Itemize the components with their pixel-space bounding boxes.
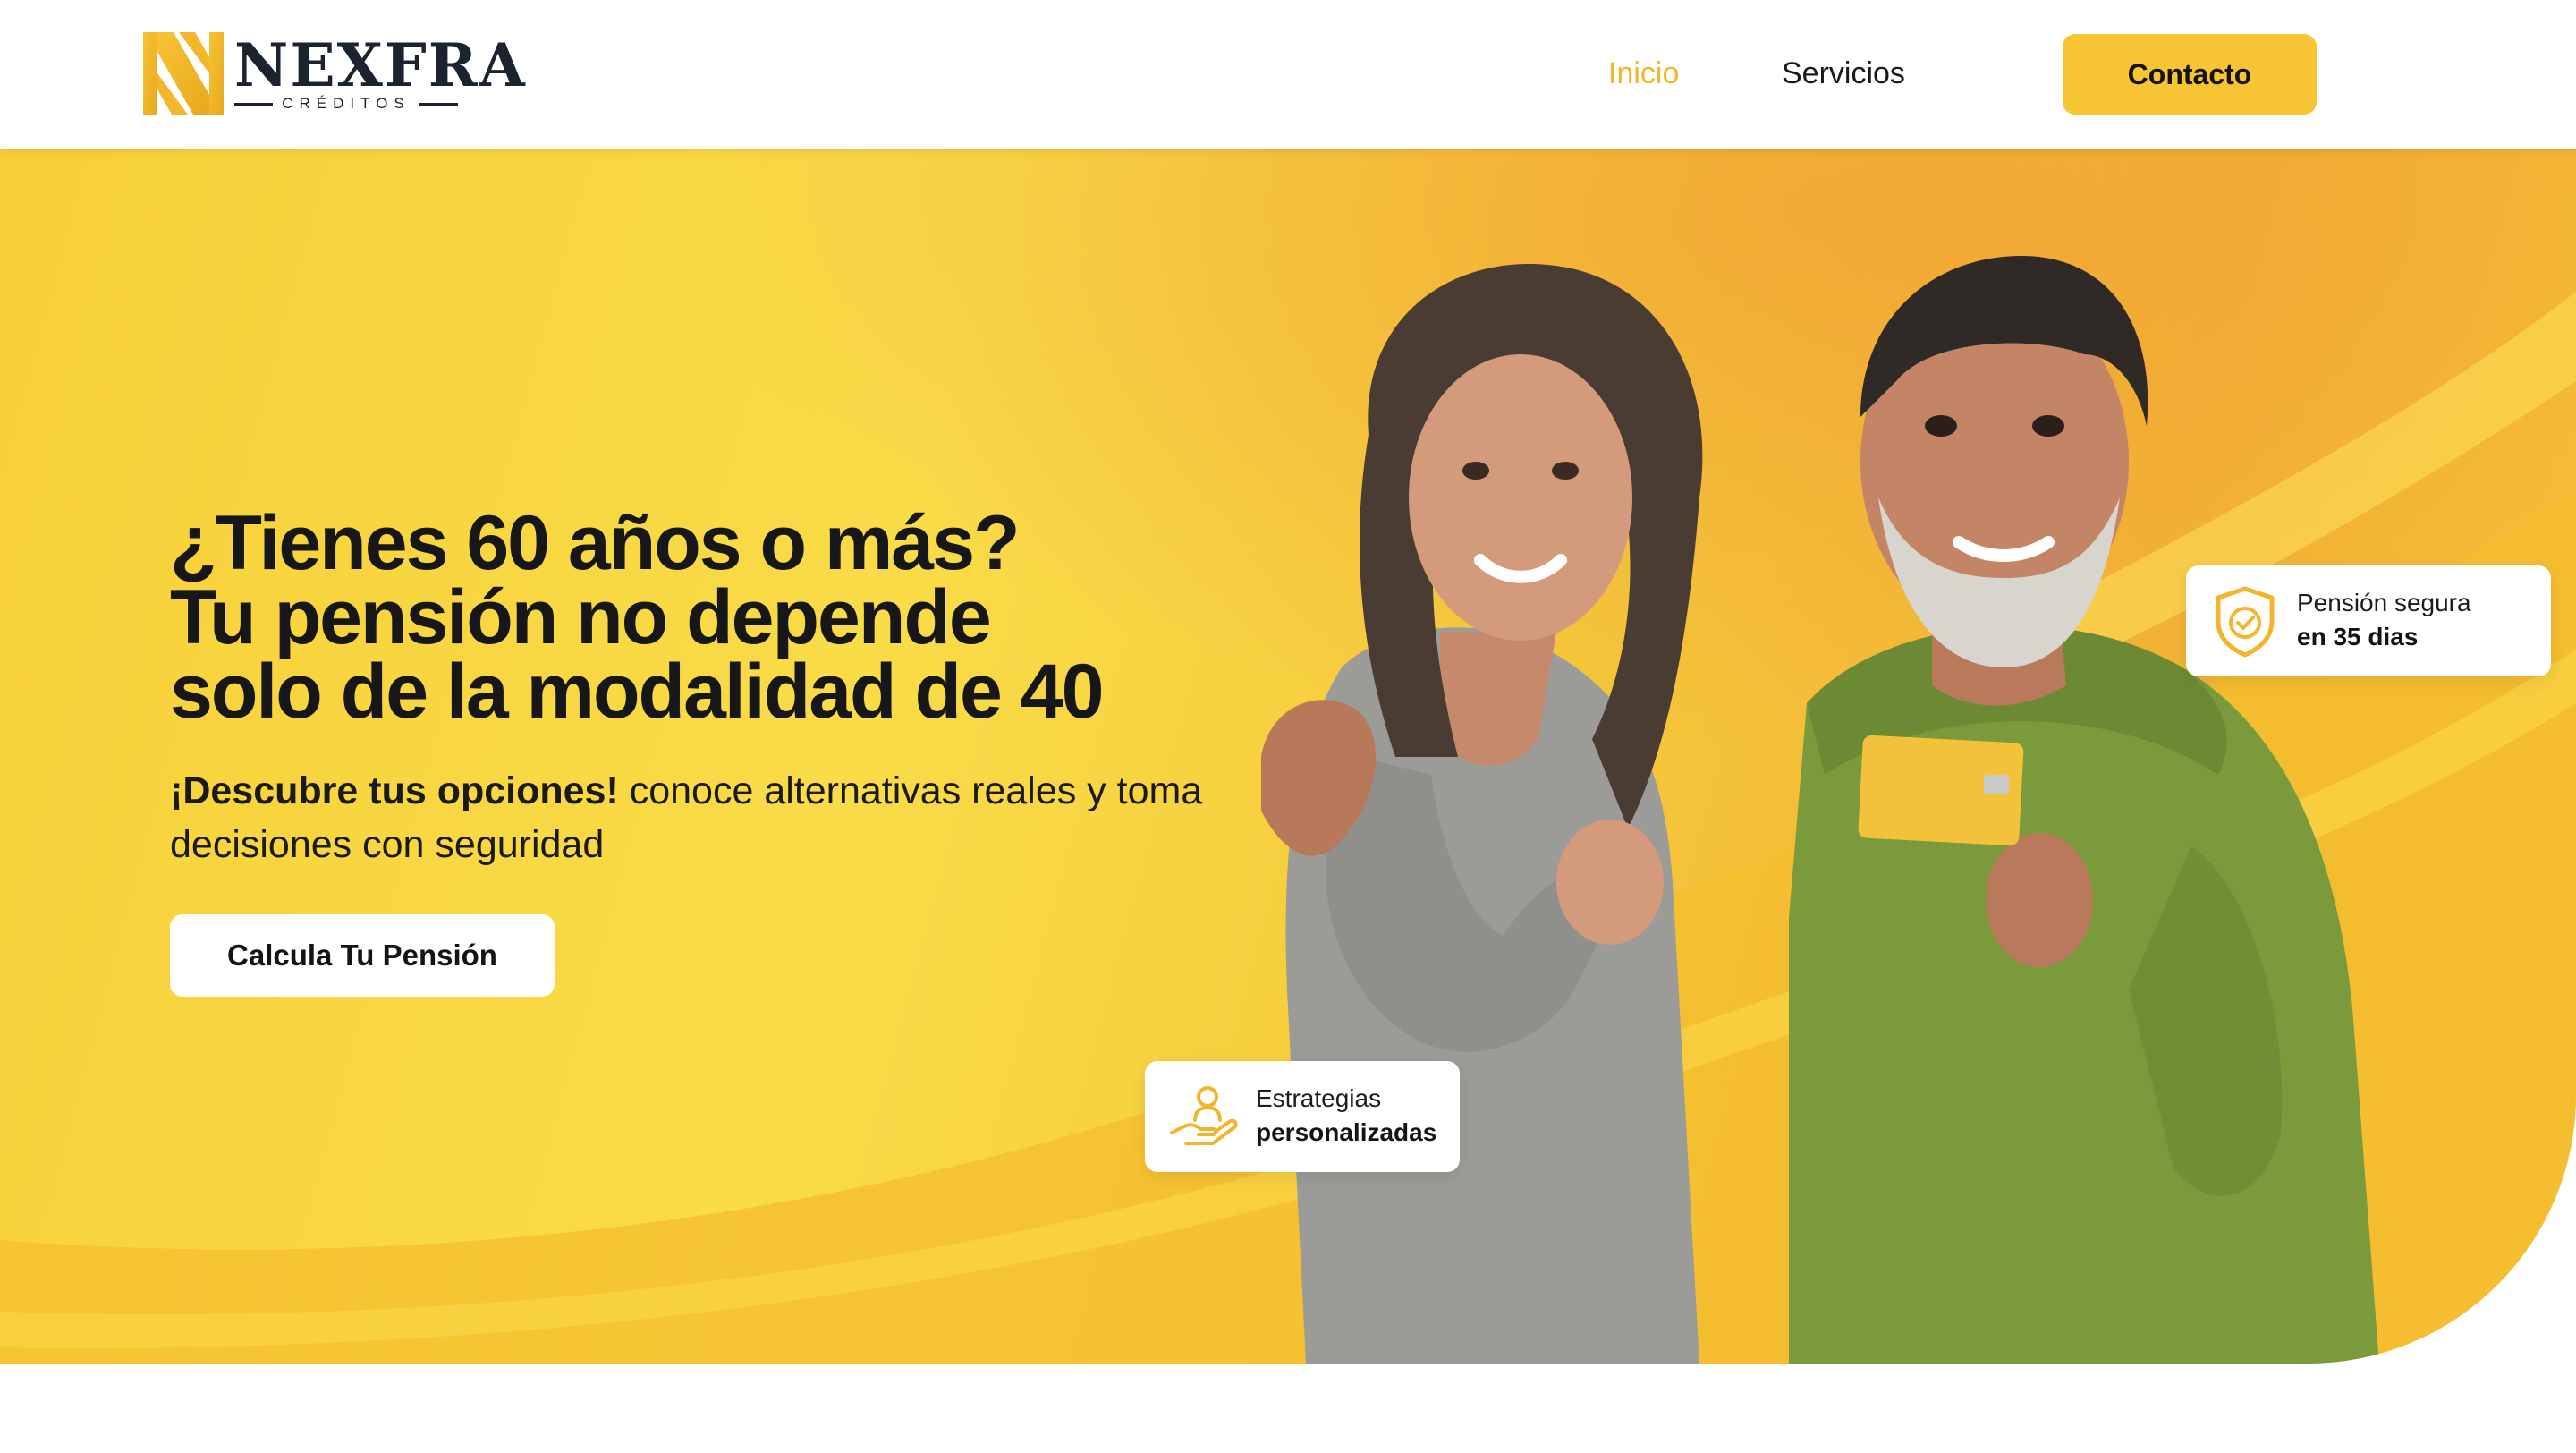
calcula-pension-button[interactable]: Calcula Tu Pensión (170, 914, 555, 997)
logo-line-right (419, 102, 459, 106)
hand-person-icon (1170, 1086, 1238, 1145)
hero-subtext: ¡Descubre tus opciones! conoce alternati… (170, 764, 1333, 871)
estrategias-card-line1: Estrategias (1256, 1084, 1382, 1112)
logo-subtitle-text: CRÉDITOS (282, 95, 411, 112)
pension-segura-card: Pensión segura en 35 dias (2186, 565, 2551, 676)
logo-subtitle: CRÉDITOS (234, 95, 459, 113)
estrategias-card-line2: personalizadas (1256, 1118, 1437, 1146)
headline-line-1: ¿Tienes 60 años o más? (170, 500, 1021, 586)
pension-card-line2: en 35 dias (2297, 623, 2419, 650)
hero-couple-image (1261, 256, 2379, 1364)
logo-mark-icon (143, 32, 224, 115)
logo-wordmark: NEXFRA (234, 30, 527, 100)
estrategias-card: Estrategias personalizadas (1145, 1061, 1460, 1172)
headline-line-2: Tu pensión no depende (170, 574, 992, 660)
hero-section: ¿Tienes 60 años o más? Tu pensión no dep… (0, 149, 2576, 1364)
shield-check-icon (2216, 586, 2275, 658)
hero-subtext-bold: ¡Descubre tus opciones! (170, 769, 619, 812)
nav-inicio[interactable]: Inicio (1608, 54, 1679, 93)
hero-headline: ¿Tienes 60 años o más? Tu pensión no dep… (170, 500, 1104, 735)
site-header: NEXFRA CRÉDITOS Inicio Servicios Contact… (0, 0, 2576, 149)
pension-card-line1: Pensión segura (2297, 589, 2471, 616)
headline-line-3: solo de la modalidad de 40 (170, 649, 1104, 735)
contacto-button[interactable]: Contacto (2063, 34, 2317, 115)
logo[interactable]: NEXFRA CRÉDITOS (143, 32, 525, 116)
logo-line-left (234, 102, 274, 106)
nav-servicios[interactable]: Servicios (1782, 54, 1905, 93)
